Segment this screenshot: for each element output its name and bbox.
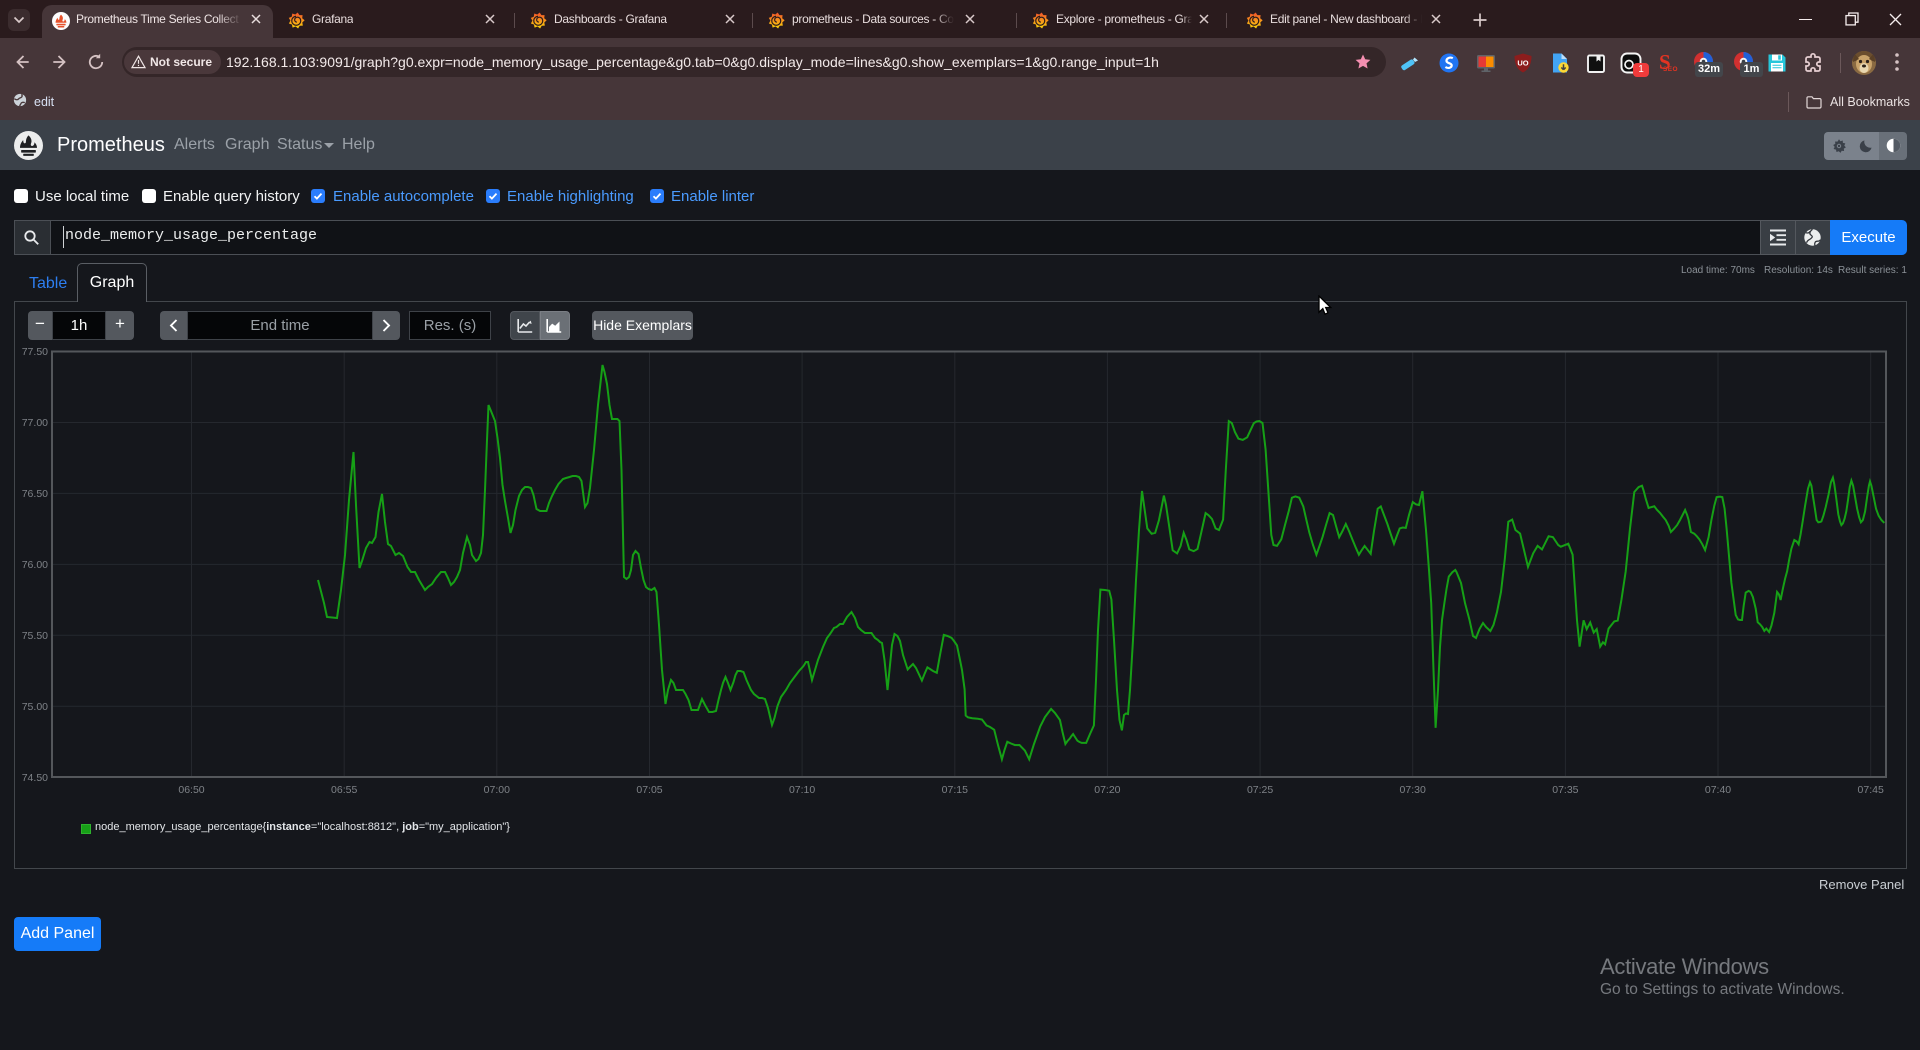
- svg-text:75.00: 75.00: [22, 701, 48, 713]
- svg-text:07:00: 07:00: [484, 784, 510, 796]
- svg-text:76.00: 76.00: [22, 559, 48, 571]
- svg-text:07:20: 07:20: [1094, 784, 1120, 796]
- svg-text:76.50: 76.50: [22, 488, 48, 500]
- svg-text:07:30: 07:30: [1400, 784, 1426, 796]
- svg-text:07:10: 07:10: [789, 784, 815, 796]
- svg-text:77.50: 77.50: [22, 346, 48, 358]
- svg-text:07:40: 07:40: [1705, 784, 1731, 796]
- svg-text:75.50: 75.50: [22, 630, 48, 642]
- svg-text:07:45: 07:45: [1858, 784, 1884, 796]
- svg-text:06:55: 06:55: [331, 784, 357, 796]
- svg-text:07:15: 07:15: [942, 784, 968, 796]
- svg-text:07:05: 07:05: [636, 784, 662, 796]
- svg-text:07:25: 07:25: [1247, 784, 1273, 796]
- svg-text:74.50: 74.50: [22, 772, 48, 784]
- svg-text:77.00: 77.00: [22, 417, 48, 429]
- svg-text:07:35: 07:35: [1552, 784, 1578, 796]
- svg-text:06:50: 06:50: [178, 784, 204, 796]
